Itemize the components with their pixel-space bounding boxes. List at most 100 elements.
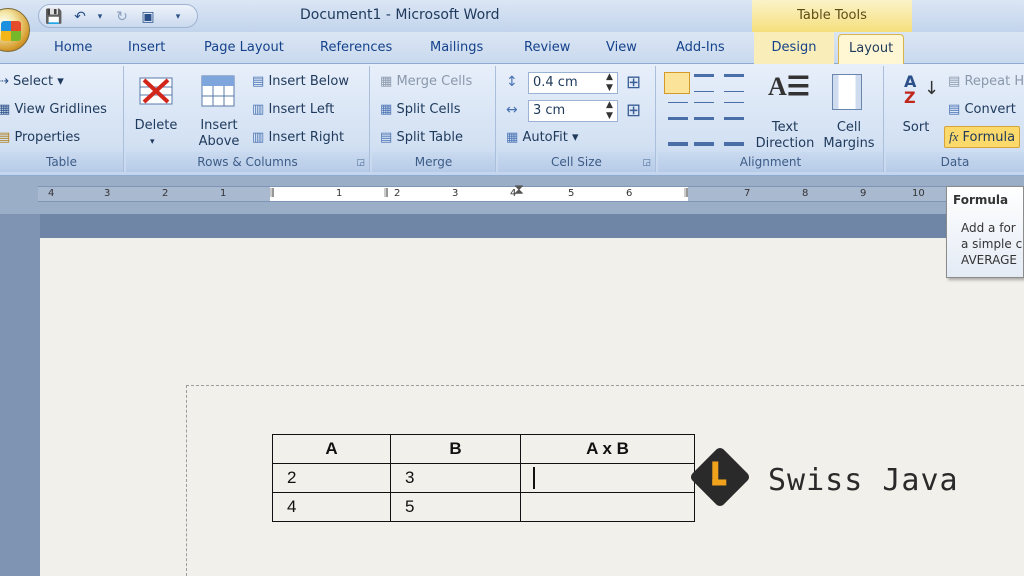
align-top-right-icon[interactable] [724, 74, 744, 92]
convert-icon: ▤ [948, 102, 961, 117]
group-rows-columns: Delete ▾ Insert Above ▤ Insert Below ▥ I… [126, 66, 370, 172]
row-height-field[interactable]: 0.4 cm [528, 72, 618, 94]
formula-tooltip: Formula Add a for a simple c AVERAGE [946, 186, 1024, 278]
print-preview-icon[interactable]: ▣ [139, 8, 157, 26]
tab-design[interactable]: Design [754, 32, 834, 64]
column-width-spinner-icon[interactable]: ▲ ▼ [606, 100, 613, 122]
tab-home[interactable]: Home [54, 40, 92, 55]
undo-dropdown-icon[interactable]: ▾ [91, 8, 109, 26]
align-center-right-icon[interactable] [724, 102, 744, 120]
group-data: AZ ↓ Sort ▤ Repeat H ▤ Convert fx Formul… [886, 66, 1024, 172]
text-direction-icon: A☰ [768, 72, 811, 101]
ruler-area: 4 3 2 1 1 2 3 4 5 6 7 8 9 10 11 ⫼ ⫼ ⧗ ⫼ [0, 176, 1024, 214]
table-cell[interactable]: 4 [272, 492, 391, 522]
insert-above-button[interactable]: Insert Above [194, 74, 244, 154]
view-gridlines-button[interactable]: ▦ View Gridlines [0, 102, 107, 117]
tab-page-layout[interactable]: Page Layout [204, 40, 284, 55]
tab-references[interactable]: References [320, 40, 392, 55]
table-cell-active[interactable] [520, 463, 695, 493]
table-header-cell[interactable]: B [390, 434, 521, 464]
properties-button[interactable]: ▤ Properties [0, 130, 80, 145]
ruler-margin-left [38, 187, 270, 201]
tooltip-line: AVERAGE [961, 253, 1017, 267]
align-top-center-icon[interactable] [694, 74, 714, 92]
convert-to-text-button[interactable]: ▤ Convert [948, 102, 1016, 117]
ruler-column-marker-3[interactable]: ⫼ [684, 187, 689, 201]
tab-layout[interactable]: Layout [838, 34, 905, 65]
tab-review[interactable]: Review [524, 40, 570, 55]
table-header-cell[interactable]: A x B [520, 434, 695, 464]
align-top-left-icon[interactable] [664, 72, 690, 94]
sort-icon: AZ [904, 72, 917, 107]
insert-below-button[interactable]: ▤ Insert Below [252, 74, 349, 89]
title-bar: 💾 ↶ ▾ ↻ ▣ ▾ Document1 - Microsoft Word T… [0, 0, 1024, 52]
group-label-table: Table [0, 152, 123, 172]
autofit-icon: ▦ [506, 130, 519, 145]
insert-right-icon: ▥ [252, 130, 265, 145]
undo-icon[interactable]: ↶ [71, 8, 89, 26]
delete-table-icon [139, 77, 173, 105]
insert-below-icon: ▤ [252, 74, 265, 89]
split-cells-icon: ▦ [380, 102, 393, 117]
split-table-button[interactable]: ▤ Split Table [380, 130, 463, 145]
redo-icon[interactable]: ↻ [113, 8, 131, 26]
tab-insert[interactable]: Insert [128, 40, 165, 55]
ruler-column-marker-2[interactable]: ⫼ [384, 187, 389, 201]
align-center-icon[interactable] [694, 102, 714, 120]
row-height-spinner-icon[interactable]: ▲ ▼ [606, 72, 613, 94]
group-label-data: Data [886, 152, 1024, 172]
document-table[interactable]: A B A x B 2 3 4 5 [272, 434, 695, 522]
repeat-header-rows-button[interactable]: ▤ Repeat H [948, 74, 1024, 89]
formula-button[interactable]: fx Formula [944, 126, 1021, 148]
select-button[interactable]: ⇢ Select ▾ [0, 74, 64, 89]
align-bottom-right-icon[interactable] [724, 130, 744, 146]
table-cell[interactable] [520, 492, 695, 522]
cell-margins-button[interactable]: Cell Margins [818, 72, 880, 154]
table-header-cell[interactable]: A [272, 434, 391, 464]
quick-access-toolbar: 💾 ↶ ▾ ↻ ▣ ▾ [38, 4, 198, 28]
table-header-row: A B A x B [272, 434, 695, 464]
save-icon[interactable]: 💾 [45, 8, 63, 26]
table-cell[interactable]: 3 [390, 463, 521, 493]
row-height-icon: ↕ [506, 74, 518, 90]
distribute-columns-icon[interactable]: ⊞ [626, 100, 641, 121]
align-bottom-center-icon[interactable] [694, 130, 714, 146]
tab-add-ins[interactable]: Add-Ins [676, 40, 725, 55]
delete-button[interactable]: Delete ▾ [135, 74, 177, 154]
watermark: Swiss Java [688, 445, 990, 515]
group-table: ⇢ Select ▾ ▦ View Gridlines ▤ Properties… [0, 66, 124, 172]
merge-cells-button[interactable]: ▦ Merge Cells [380, 74, 472, 89]
office-logo-icon [1, 21, 21, 41]
group-label-cell-size: Cell Size [498, 152, 655, 172]
cell-size-dialog-launcher-icon[interactable]: ◲ [642, 158, 651, 168]
group-merge: ▦ Merge Cells ▦ Split Cells ▤ Split Tabl… [372, 66, 496, 172]
distribute-rows-icon[interactable]: ⊞ [626, 72, 641, 93]
horizontal-ruler[interactable]: 4 3 2 1 1 2 3 4 5 6 7 8 9 10 11 ⫼ ⫼ ⧗ ⫼ [38, 183, 1024, 202]
align-center-left-icon[interactable] [668, 102, 688, 120]
tooltip-line: a simple c [961, 237, 1023, 251]
table-row: 4 5 [272, 492, 695, 522]
window-title: Document1 - Microsoft Word [300, 7, 500, 23]
table-tools-context-label: Table Tools [752, 0, 912, 32]
split-cells-button[interactable]: ▦ Split Cells [380, 102, 460, 117]
ribbon-tabs: Home Insert Page Layout References Maili… [0, 32, 1024, 65]
table-cell[interactable]: 2 [272, 463, 391, 493]
merge-cells-icon: ▦ [380, 74, 393, 89]
ruler-column-marker-1[interactable]: ⫼ [270, 187, 275, 201]
sort-button[interactable]: AZ ↓ Sort [896, 72, 939, 148]
tab-view[interactable]: View [606, 40, 637, 55]
ruler-indent-marker-icon[interactable]: ⧗ [514, 183, 524, 197]
insert-right-button[interactable]: ▥ Insert Right [252, 130, 344, 145]
rows-columns-dialog-launcher-icon[interactable]: ◲ [356, 158, 365, 168]
autofit-button[interactable]: ▦ AutoFit ▾ [506, 130, 579, 145]
text-direction-button[interactable]: A☰ Text Direction [754, 72, 816, 154]
tab-mailings[interactable]: Mailings [430, 40, 483, 55]
column-width-field[interactable]: 3 cm [528, 100, 618, 122]
tooltip-title: Formula [953, 193, 1009, 207]
table-cell[interactable]: 5 [390, 492, 521, 522]
insert-left-icon: ▥ [252, 102, 265, 117]
table-row: 2 3 [272, 463, 695, 493]
insert-left-button[interactable]: ▥ Insert Left [252, 102, 334, 117]
customize-qat-icon[interactable]: ▾ [169, 8, 187, 26]
align-bottom-left-icon[interactable] [668, 130, 688, 146]
